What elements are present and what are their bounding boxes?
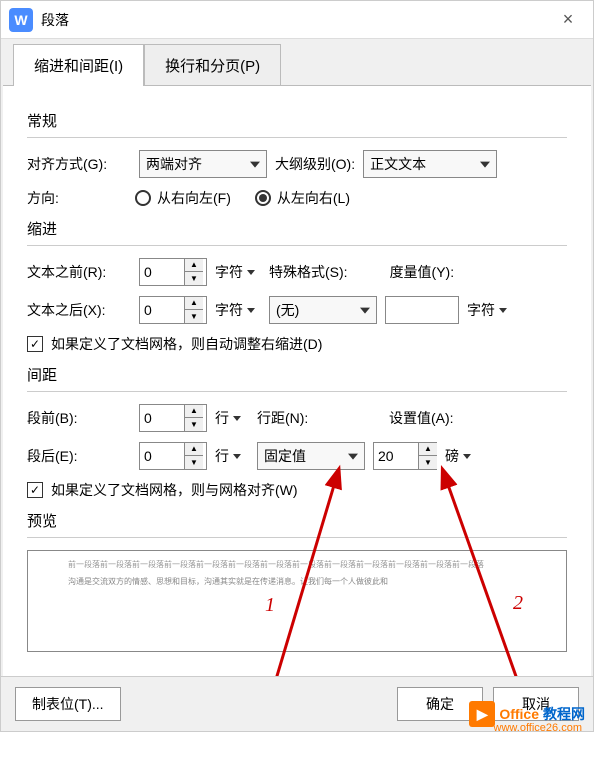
spin-down-icon[interactable]: ▼ — [185, 310, 203, 323]
spin-down-icon[interactable]: ▼ — [185, 272, 203, 285]
alignment-label: 对齐方式(G): — [27, 154, 131, 174]
auto-adjust-indent-checkbox[interactable]: ✓ 如果定义了文档网格，则自动调整右缩进(D) — [27, 334, 567, 354]
watermark-text-1: Office — [499, 706, 539, 722]
alignment-dropdown[interactable]: 两端对齐 — [139, 150, 267, 178]
radio-rtl-label: 从右向左(F) — [157, 188, 231, 208]
section-preview: 预览 — [27, 510, 567, 531]
line-spacing-dropdown[interactable]: 固定值 — [257, 442, 365, 470]
paragraph-dialog: W 段落 × 缩进和间距(I) 换行和分页(P) 常规 对齐方式(G): 两端对… — [0, 0, 594, 732]
section-spacing: 间距 — [27, 364, 567, 385]
set-value-label: 设置值(A): — [389, 408, 454, 428]
align-to-grid-label: 如果定义了文档网格，则与网格对齐(W) — [51, 480, 298, 500]
preview-text-1: 前一段落前一段落前一段落前一段落前一段落前一段落前一段落前一段落前一段落前一段落… — [68, 559, 526, 572]
divider — [27, 537, 567, 538]
special-format-value: (无) — [276, 300, 299, 320]
divider — [27, 137, 567, 138]
text-after-spinner[interactable]: ▲▼ — [139, 296, 207, 324]
tab-bar: 缩进和间距(I) 换行和分页(P) — [1, 39, 593, 85]
preview-box: 前一段落前一段落前一段落前一段落前一段落前一段落前一段落前一段落前一段落前一段落… — [27, 550, 567, 652]
outline-label: 大纲级别(O): — [275, 154, 355, 174]
measure-input[interactable] — [385, 296, 459, 324]
annotation-1: 1 — [265, 594, 275, 617]
after-para-label: 段后(E): — [27, 446, 131, 466]
before-para-label: 段前(B): — [27, 408, 131, 428]
spin-up-icon[interactable]: ▲ — [185, 297, 203, 310]
outline-value: 正文文本 — [370, 154, 426, 174]
spin-down-icon[interactable]: ▼ — [419, 456, 437, 469]
text-before-unit[interactable]: 字符 — [215, 262, 255, 282]
after-para-input[interactable] — [140, 443, 184, 469]
before-para-input[interactable] — [140, 405, 184, 431]
spin-up-icon[interactable]: ▲ — [419, 443, 437, 456]
set-value-unit[interactable]: 磅 — [445, 446, 471, 466]
radio-rtl[interactable]: 从右向左(F) — [135, 188, 231, 208]
text-after-input[interactable] — [140, 297, 184, 323]
tab-indent-spacing[interactable]: 缩进和间距(I) — [13, 44, 144, 86]
section-indent: 缩进 — [27, 218, 567, 239]
checkbox-checked-icon: ✓ — [27, 336, 43, 352]
close-button[interactable]: × — [543, 1, 593, 39]
set-value-spinner[interactable]: ▲▼ — [373, 442, 437, 470]
dialog-content: 常规 对齐方式(G): 两端对齐 大纲级别(O): 正文文本 方向: 从右向左(… — [3, 85, 591, 676]
alignment-value: 两端对齐 — [146, 154, 202, 174]
spin-down-icon[interactable]: ▼ — [185, 456, 203, 469]
text-after-unit[interactable]: 字符 — [215, 300, 255, 320]
set-value-input[interactable] — [374, 443, 418, 469]
text-before-spinner[interactable]: ▲▼ — [139, 258, 207, 286]
direction-label: 方向: — [27, 188, 87, 208]
app-icon: W — [9, 8, 33, 32]
radio-circle-icon — [135, 190, 151, 206]
checkbox-checked-icon: ✓ — [27, 482, 43, 498]
divider — [27, 391, 567, 392]
text-before-input[interactable] — [140, 259, 184, 285]
auto-adjust-indent-label: 如果定义了文档网格，则自动调整右缩进(D) — [51, 334, 322, 354]
watermark-icon: ▶ — [469, 701, 495, 727]
annotation-2: 2 — [513, 592, 523, 615]
watermark-url: www.office26.com — [494, 722, 582, 734]
spin-up-icon[interactable]: ▲ — [185, 443, 203, 456]
align-to-grid-checkbox[interactable]: ✓ 如果定义了文档网格，则与网格对齐(W) — [27, 480, 567, 500]
tab-line-page-breaks[interactable]: 换行和分页(P) — [144, 44, 281, 86]
measure-unit[interactable]: 字符 — [467, 300, 507, 320]
radio-ltr-label: 从左向右(L) — [277, 188, 350, 208]
section-general: 常规 — [27, 110, 567, 131]
text-before-label: 文本之前(R): — [27, 262, 131, 282]
text-after-label: 文本之后(X): — [27, 300, 131, 320]
radio-circle-checked-icon — [255, 190, 271, 206]
line-spacing-label: 行距(N): — [257, 408, 341, 428]
dialog-title: 段落 — [41, 10, 543, 30]
titlebar: W 段落 × — [1, 1, 593, 39]
special-format-label: 特殊格式(S): — [269, 262, 348, 282]
preview-text-2: 沟通是交流双方的情感、思想和目标，沟通其实就是在传递消息。让我们每一个人做彼此和 — [68, 576, 526, 589]
tabstops-button[interactable]: 制表位(T)... — [15, 687, 121, 721]
spin-up-icon[interactable]: ▲ — [185, 405, 203, 418]
radio-ltr[interactable]: 从左向右(L) — [255, 188, 350, 208]
spin-up-icon[interactable]: ▲ — [185, 259, 203, 272]
line-spacing-value: 固定值 — [264, 446, 306, 466]
spin-down-icon[interactable]: ▼ — [185, 418, 203, 431]
before-para-spinner[interactable]: ▲▼ — [139, 404, 207, 432]
divider — [27, 245, 567, 246]
after-para-unit[interactable]: 行 — [215, 446, 241, 466]
measure-label: 度量值(Y): — [390, 262, 455, 282]
watermark-text-2: 教程网 — [543, 704, 585, 724]
special-format-dropdown[interactable]: (无) — [269, 296, 377, 324]
outline-dropdown[interactable]: 正文文本 — [363, 150, 497, 178]
before-para-unit[interactable]: 行 — [215, 408, 241, 428]
after-para-spinner[interactable]: ▲▼ — [139, 442, 207, 470]
